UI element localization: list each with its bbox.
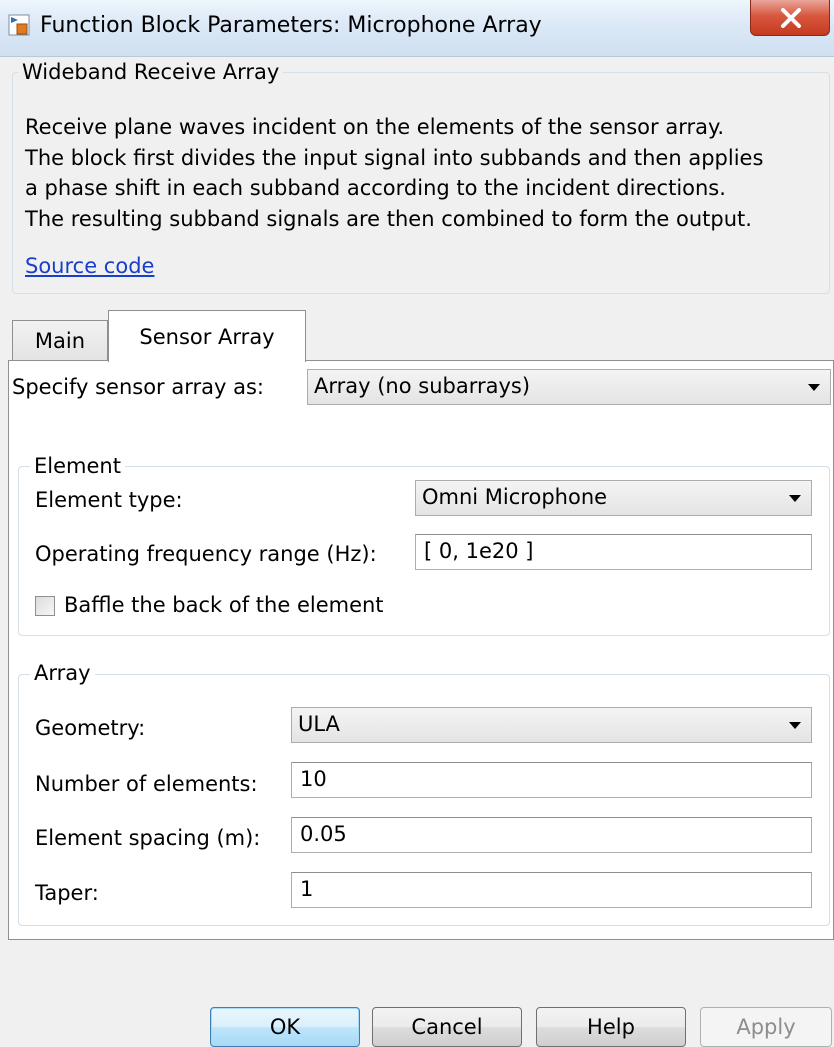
number-of-elements-value: 10 <box>300 767 327 791</box>
geometry-label: Geometry: <box>35 716 146 740</box>
frequency-range-input[interactable]: [ 0, 1e20 ] <box>415 534 812 570</box>
ok-button[interactable]: OK <box>210 1007 360 1047</box>
tab-main[interactable]: Main <box>12 320 108 360</box>
geometry-value: ULA <box>298 712 340 736</box>
frequency-range-value: [ 0, 1e20 ] <box>424 539 534 563</box>
cancel-button[interactable]: Cancel <box>372 1007 522 1047</box>
element-type-value: Omni Microphone <box>422 485 608 509</box>
array-group-title: Array <box>30 661 95 685</box>
frequency-range-label: Operating frequency range (Hz): <box>35 542 377 566</box>
apply-button[interactable]: Apply <box>700 1007 832 1047</box>
number-of-elements-input[interactable]: 10 <box>291 762 812 798</box>
taper-input[interactable]: 1 <box>291 872 812 908</box>
tab-sensor-array-label: Sensor Array <box>139 325 275 349</box>
specify-sensor-array-label: Specify sensor array as: <box>12 375 264 399</box>
taper-label: Taper: <box>35 881 99 905</box>
source-code-link[interactable]: Source code <box>25 254 154 278</box>
help-button-label: Help <box>587 1015 635 1039</box>
cancel-button-label: Cancel <box>411 1015 483 1039</box>
apply-button-label: Apply <box>736 1015 796 1039</box>
close-button[interactable] <box>750 0 830 36</box>
close-icon <box>781 8 801 28</box>
geometry-select[interactable]: ULA <box>291 707 812 743</box>
element-spacing-input[interactable]: 0.05 <box>291 817 812 853</box>
help-button[interactable]: Help <box>536 1007 686 1047</box>
element-type-label: Element type: <box>35 488 183 512</box>
element-type-select[interactable]: Omni Microphone <box>415 480 812 516</box>
ok-button-label: OK <box>269 1015 301 1039</box>
tab-sensor-array[interactable]: Sensor Array <box>108 310 306 362</box>
chevron-down-icon <box>789 722 801 729</box>
element-group-title: Element <box>30 454 125 478</box>
tab-main-label: Main <box>34 329 86 353</box>
window-title: Function Block Parameters: Microphone Ar… <box>40 13 542 38</box>
specify-sensor-array-select[interactable]: Array (no subarrays) <box>307 369 831 405</box>
chevron-down-icon <box>808 384 820 391</box>
specify-sensor-array-value: Array (no subarrays) <box>314 374 531 398</box>
baffle-label: Baffle the back of the element <box>64 593 384 617</box>
element-spacing-value: 0.05 <box>300 822 347 846</box>
number-of-elements-label: Number of elements: <box>35 772 258 796</box>
block-description: Receive plane waves incident on the elem… <box>25 115 764 231</box>
simulink-block-icon <box>8 14 30 36</box>
baffle-checkbox[interactable] <box>35 596 55 616</box>
chevron-down-icon <box>789 495 801 502</box>
description-group-title: Wideband Receive Array <box>18 60 284 84</box>
title-bar[interactable]: Function Block Parameters: Microphone Ar… <box>0 0 834 57</box>
taper-value: 1 <box>300 877 314 901</box>
element-spacing-label: Element spacing (m): <box>35 826 261 850</box>
